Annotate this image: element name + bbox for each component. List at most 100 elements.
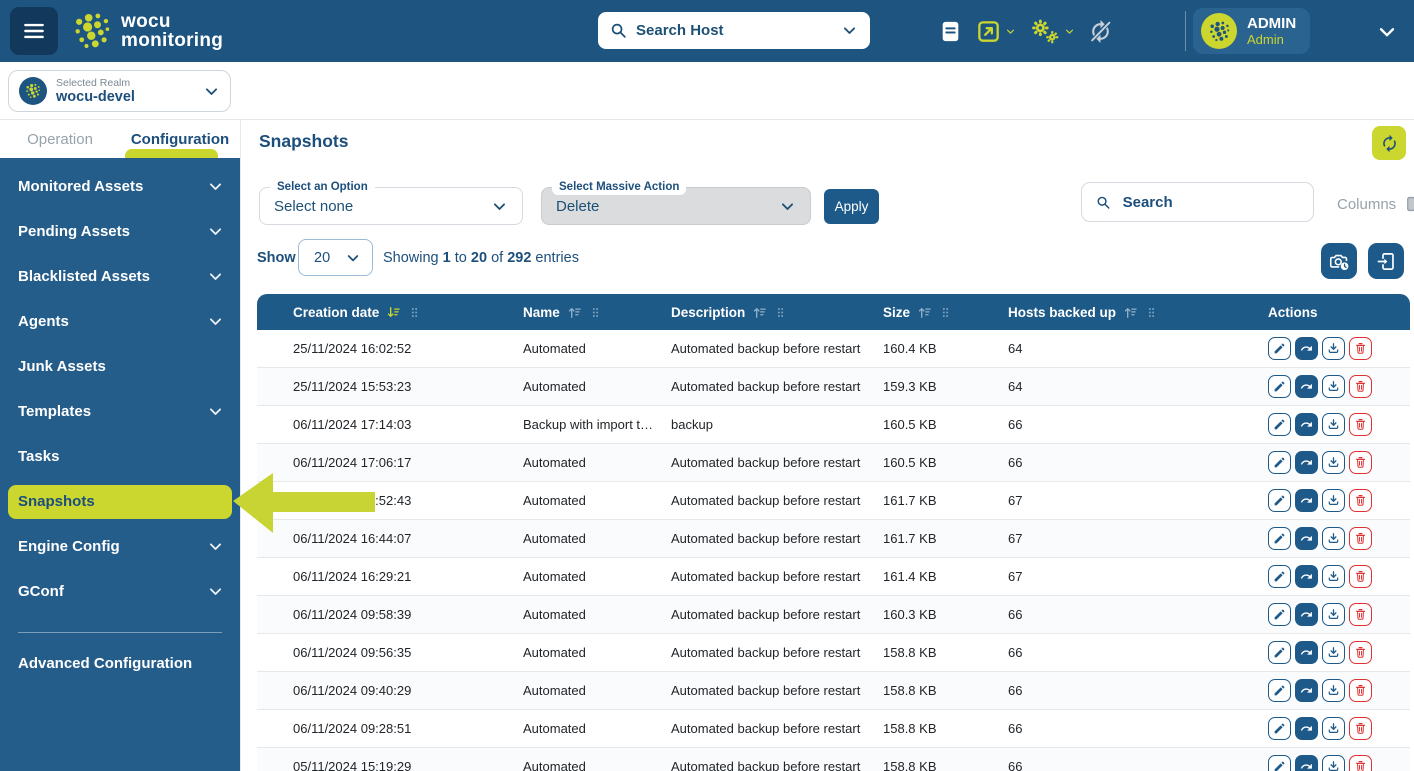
table-row[interactable]: 06/11/2024 16:52:43 Automated Automated … <box>257 482 1410 520</box>
restore-button[interactable] <box>1295 603 1318 626</box>
option-select[interactable]: Select an Option Select none <box>259 187 523 225</box>
drag-handle-icon[interactable] <box>408 306 421 319</box>
sidebar-item-templates[interactable]: Templates <box>0 389 240 434</box>
edit-button[interactable] <box>1268 527 1291 550</box>
edit-button[interactable] <box>1268 413 1291 436</box>
delete-button[interactable] <box>1349 337 1372 360</box>
delete-button[interactable] <box>1349 527 1372 550</box>
restore-button[interactable] <box>1295 565 1318 588</box>
delete-button[interactable] <box>1349 603 1372 626</box>
sort-asc-icon[interactable] <box>1123 305 1138 320</box>
massive-action-select[interactable]: Select Massive Action Delete <box>541 187 811 225</box>
columns-toggle[interactable]: Columns <box>1331 193 1414 215</box>
auto-refresh-disabled-button[interactable] <box>1088 19 1113 44</box>
chevron-down-icon[interactable] <box>1376 21 1398 43</box>
refresh-button[interactable] <box>1372 126 1406 160</box>
download-button[interactable] <box>1322 565 1345 588</box>
scheduled-snapshot-button[interactable] <box>1321 243 1357 279</box>
sidebar-item-junk-assets[interactable]: Junk Assets <box>0 344 240 389</box>
restore-button[interactable] <box>1295 717 1318 740</box>
restore-button[interactable] <box>1295 337 1318 360</box>
download-button[interactable] <box>1322 717 1345 740</box>
drag-handle-icon[interactable] <box>589 306 602 319</box>
edit-button[interactable] <box>1268 717 1291 740</box>
table-row[interactable]: 25/11/2024 15:53:23 Automated Automated … <box>257 368 1410 406</box>
column-size[interactable]: Size <box>883 294 1008 330</box>
restore-button[interactable] <box>1295 527 1318 550</box>
table-row[interactable]: 06/11/2024 09:40:29 Automated Automated … <box>257 672 1410 710</box>
delete-button[interactable] <box>1349 413 1372 436</box>
edit-button[interactable] <box>1268 755 1291 771</box>
edit-button[interactable] <box>1268 603 1291 626</box>
download-button[interactable] <box>1322 413 1345 436</box>
download-button[interactable] <box>1322 451 1345 474</box>
delete-button[interactable] <box>1349 565 1372 588</box>
drag-handle-icon[interactable] <box>939 306 952 319</box>
download-button[interactable] <box>1322 489 1345 512</box>
sidebar-item-gconf[interactable]: GConf <box>0 569 240 614</box>
table-row[interactable]: 06/11/2024 09:56:35 Automated Automated … <box>257 634 1410 672</box>
edit-button[interactable] <box>1268 451 1291 474</box>
restore-button[interactable] <box>1295 641 1318 664</box>
edit-button[interactable] <box>1268 565 1291 588</box>
sidebar-item-blacklisted-assets[interactable]: Blacklisted Assets <box>0 254 240 299</box>
restore-button[interactable] <box>1295 755 1318 771</box>
column-name[interactable]: Name <box>523 294 671 330</box>
download-button[interactable] <box>1322 755 1345 771</box>
edit-button[interactable] <box>1268 375 1291 398</box>
delete-button[interactable] <box>1349 679 1372 702</box>
table-row[interactable]: 06/11/2024 16:29:21 Automated Automated … <box>257 558 1410 596</box>
host-search-combobox[interactable]: Search Host <box>598 12 870 49</box>
restore-button[interactable] <box>1295 451 1318 474</box>
restore-button[interactable] <box>1295 489 1318 512</box>
sidebar-item-snapshots[interactable]: Snapshots <box>8 485 232 519</box>
sidebar-item-advanced-configuration[interactable]: Advanced Configuration <box>0 633 240 672</box>
sort-asc-icon[interactable] <box>752 305 767 320</box>
download-button[interactable] <box>1322 641 1345 664</box>
download-button[interactable] <box>1322 679 1345 702</box>
sidebar-item-agents[interactable]: Agents <box>0 299 240 344</box>
docs-button[interactable] <box>938 19 963 44</box>
page-size-select[interactable]: 20 <box>298 239 373 276</box>
delete-button[interactable] <box>1349 375 1372 398</box>
edit-button[interactable] <box>1268 337 1291 360</box>
download-button[interactable] <box>1322 527 1345 550</box>
drag-handle-icon[interactable] <box>1145 306 1158 319</box>
sidebar-item-tasks[interactable]: Tasks <box>0 434 240 479</box>
drag-handle-icon[interactable] <box>774 306 787 319</box>
sidebar-item-monitored-assets[interactable]: Monitored Assets <box>0 164 240 209</box>
delete-button[interactable] <box>1349 755 1372 771</box>
realm-selector[interactable]: Selected Realm wocu-devel <box>8 70 231 112</box>
table-row[interactable]: 06/11/2024 17:14:03 Backup with import t… <box>257 406 1410 444</box>
table-row[interactable]: 06/11/2024 16:44:07 Automated Automated … <box>257 520 1410 558</box>
delete-button[interactable] <box>1349 641 1372 664</box>
sort-asc-icon[interactable] <box>567 305 582 320</box>
column-description[interactable]: Description <box>671 294 883 330</box>
apply-button[interactable]: Apply <box>824 189 879 224</box>
sort-desc-icon[interactable] <box>386 305 401 320</box>
admin-menu[interactable]: ADMIN Admin <box>1193 8 1310 54</box>
edit-button[interactable] <box>1268 489 1291 512</box>
restore-button[interactable] <box>1295 413 1318 436</box>
sidebar-item-pending-assets[interactable]: Pending Assets <box>0 209 240 254</box>
edit-button[interactable] <box>1268 641 1291 664</box>
tab-operation[interactable]: Operation <box>0 120 120 158</box>
delete-button[interactable] <box>1349 717 1372 740</box>
column-hosts-backed-up[interactable]: Hosts backed up <box>1008 294 1268 330</box>
restore-button[interactable] <box>1295 679 1318 702</box>
app-logo[interactable]: wocu monitoring <box>70 9 223 53</box>
table-row[interactable]: 06/11/2024 09:58:39 Automated Automated … <box>257 596 1410 634</box>
download-button[interactable] <box>1322 603 1345 626</box>
sort-asc-icon[interactable] <box>917 305 932 320</box>
sidebar-item-engine-config[interactable]: Engine Config <box>0 524 240 569</box>
table-row[interactable]: 25/11/2024 16:02:52 Automated Automated … <box>257 330 1410 368</box>
table-row[interactable]: 05/11/2024 15:19:29 Automated Automated … <box>257 748 1410 771</box>
download-button[interactable] <box>1322 375 1345 398</box>
settings-button[interactable] <box>1029 17 1075 45</box>
external-link-button[interactable] <box>976 19 1016 44</box>
search-input[interactable] <box>1121 193 1299 212</box>
edit-button[interactable] <box>1268 679 1291 702</box>
menu-button[interactable] <box>10 7 58 55</box>
import-snapshot-button[interactable] <box>1368 243 1404 279</box>
download-button[interactable] <box>1322 337 1345 360</box>
